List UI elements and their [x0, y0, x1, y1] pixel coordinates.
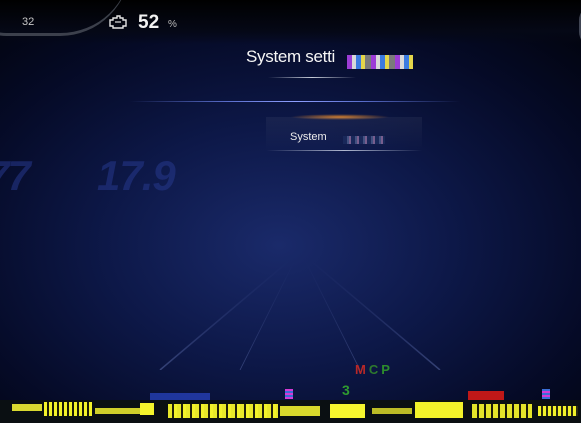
- glitch-pixels: [285, 389, 293, 399]
- glitch-bar-blue: [150, 393, 210, 400]
- menu-title: System setti: [246, 47, 335, 66]
- glitch-block: [472, 404, 532, 418]
- glitch-block: [12, 404, 42, 411]
- item-glitch-artifact: [343, 136, 385, 144]
- gear-selector: MCP: [355, 362, 393, 377]
- menu-item-label: System: [290, 131, 327, 143]
- gear-m: M: [355, 362, 369, 377]
- menu-divider: [130, 101, 460, 102]
- status-bar: 32 52 %: [0, 0, 581, 46]
- engine-oil-icon: [109, 15, 127, 29]
- glitch-strip: [0, 400, 581, 423]
- glitch-block: [95, 408, 140, 414]
- outside-temperature: 32: [22, 16, 35, 28]
- glitch-block: [168, 404, 278, 418]
- menu-item-underline: [266, 150, 422, 151]
- menu-item-system[interactable]: System: [266, 117, 422, 151]
- glitch-block: [330, 404, 365, 418]
- glitch-block: [538, 406, 578, 416]
- gear-number: 3: [342, 382, 350, 398]
- glitch-bar-red: [468, 391, 504, 400]
- glitch-pixels: [542, 389, 550, 399]
- gear-c: C: [368, 362, 382, 377]
- glitch-block: [140, 403, 154, 415]
- background-readout-middle: 17.9: [97, 152, 176, 199]
- instrument-cluster-screen: 32 52 % System setti System 77 17.9 MCP …: [0, 0, 581, 423]
- background-readout-left: 77: [0, 152, 31, 199]
- percentage-unit: %: [168, 19, 177, 30]
- glitch-block: [415, 402, 463, 418]
- glitch-block: [44, 402, 92, 416]
- road-perspective: [159, 260, 441, 370]
- title-glitch-artifact: [347, 55, 413, 69]
- percentage-value: 52: [138, 12, 160, 33]
- glitch-block: [280, 406, 320, 416]
- title-underline: [268, 77, 356, 78]
- glitch-block: [372, 408, 412, 414]
- gear-p: P: [381, 362, 393, 377]
